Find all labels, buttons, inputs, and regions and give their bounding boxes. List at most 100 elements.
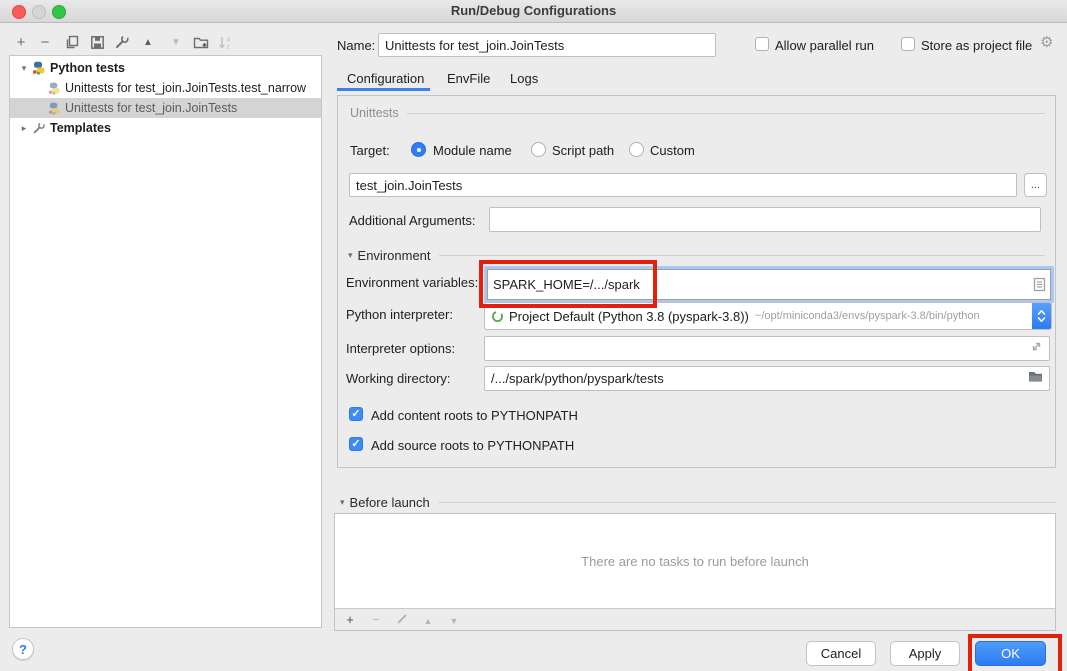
name-input[interactable] bbox=[378, 33, 716, 57]
titlebar: Run/Debug Configurations bbox=[0, 0, 1067, 23]
wrench-icon bbox=[114, 34, 130, 50]
tree-item-unittests-jointests[interactable]: Unittests for test_join.JoinTests bbox=[10, 98, 321, 118]
edit-templates-button[interactable] bbox=[112, 32, 132, 52]
target-module-name-label: Module name bbox=[433, 143, 512, 158]
tree-item-label: Templates bbox=[50, 121, 111, 135]
target-custom-label: Custom bbox=[650, 143, 695, 158]
templates-wrench-icon bbox=[31, 121, 47, 135]
remove-configuration-button[interactable]: − bbox=[35, 32, 55, 52]
sort-configurations-button[interactable]: a z bbox=[216, 32, 236, 52]
window-title: Run/Debug Configurations bbox=[0, 0, 1067, 22]
python-interpreter-path: ~/opt/miniconda3/envs/pyspark-3.8/bin/py… bbox=[755, 310, 1032, 322]
python-test-config-icon bbox=[46, 101, 62, 115]
working-directory-label: Working directory: bbox=[346, 371, 451, 386]
python-interpreter-value: Project Default (Python 3.8 (pyspark-3.8… bbox=[509, 309, 749, 324]
chevron-down-icon[interactable]: ▾ bbox=[17, 63, 31, 74]
copy-configuration-button[interactable] bbox=[62, 32, 82, 52]
edit-variables-icon[interactable] bbox=[1033, 277, 1046, 292]
store-as-project-file-label: Store as project file bbox=[921, 38, 1032, 53]
working-directory-input[interactable] bbox=[484, 366, 1050, 391]
python-interpreter-select[interactable]: Project Default (Python 3.8 (pyspark-3.8… bbox=[484, 302, 1052, 330]
chevron-down-icon[interactable]: ▾ bbox=[348, 250, 353, 261]
pencil-icon bbox=[396, 612, 409, 625]
python-tests-icon bbox=[31, 61, 47, 75]
chevron-down-icon[interactable]: ▾ bbox=[340, 497, 345, 508]
allow-parallel-run-label: Allow parallel run bbox=[775, 38, 874, 53]
arrow-up-icon: ▲ bbox=[143, 37, 153, 48]
target-script-path-radio[interactable] bbox=[531, 142, 546, 157]
arrow-down-icon: ▼ bbox=[171, 37, 181, 48]
add-content-roots-label: Add content roots to PYTHONPATH bbox=[371, 408, 578, 423]
target-module-name-radio[interactable] bbox=[411, 142, 426, 157]
plus-icon: + bbox=[346, 612, 354, 627]
target-custom-radio[interactable] bbox=[629, 142, 644, 157]
svg-text:z: z bbox=[227, 43, 230, 50]
move-up-button[interactable]: ▲ bbox=[138, 32, 158, 52]
apply-button[interactable]: Apply bbox=[890, 641, 960, 666]
before-launch-label: Before launch bbox=[350, 495, 430, 510]
additional-arguments-label: Additional Arguments: bbox=[349, 213, 475, 228]
before-launch-header: ▾ Before launch bbox=[340, 495, 1056, 510]
remove-task-button[interactable]: − bbox=[368, 612, 384, 627]
store-as-project-file-checkbox[interactable] bbox=[901, 37, 915, 51]
arrow-down-icon: ▼ bbox=[450, 616, 459, 626]
environment-group-label: Environment bbox=[358, 248, 431, 263]
create-new-folder-button[interactable] bbox=[191, 32, 211, 52]
move-down-button[interactable]: ▼ bbox=[166, 32, 186, 52]
unittests-group-label: Unittests bbox=[350, 106, 399, 120]
copy-icon bbox=[65, 35, 80, 50]
environment-variables-label: Environment variables: bbox=[346, 275, 478, 290]
browse-target-button[interactable]: ... bbox=[1024, 173, 1047, 197]
before-launch-toolbar: + − ▲ ▼ bbox=[335, 609, 1055, 630]
tree-item-unittests-test-narrow[interactable]: Unittests for test_join.JoinTests.test_n… bbox=[10, 78, 321, 98]
before-launch-panel: There are no tasks to run before launch … bbox=[334, 513, 1056, 631]
move-task-up-button[interactable]: ▲ bbox=[420, 612, 436, 627]
name-label: Name: bbox=[337, 38, 375, 53]
allow-parallel-run-checkbox[interactable] bbox=[755, 37, 769, 51]
help-button[interactable]: ? bbox=[12, 638, 34, 660]
add-content-roots-checkbox[interactable]: ✓ bbox=[349, 407, 363, 421]
arrow-up-icon: ▲ bbox=[424, 616, 433, 626]
tab-configuration[interactable]: Configuration bbox=[347, 71, 424, 86]
configurations-tree: ▾ Python tests Unit bbox=[9, 55, 322, 628]
add-configuration-button[interactable]: + bbox=[11, 32, 31, 52]
target-script-path-label: Script path bbox=[552, 143, 614, 158]
group-divider bbox=[438, 502, 1056, 503]
tab-logs[interactable]: Logs bbox=[510, 71, 538, 86]
tree-item-label: Python tests bbox=[50, 61, 125, 75]
tree-item-label: Unittests for test_join.JoinTests.test_n… bbox=[65, 81, 306, 95]
tree-item-python-tests[interactable]: ▾ Python tests bbox=[10, 58, 321, 78]
add-task-button[interactable]: + bbox=[342, 612, 358, 627]
interpreter-options-input[interactable] bbox=[484, 336, 1050, 361]
edit-task-button[interactable] bbox=[394, 612, 410, 628]
move-task-down-button[interactable]: ▼ bbox=[446, 612, 462, 627]
plus-icon: + bbox=[17, 34, 26, 51]
environment-variables-input[interactable] bbox=[488, 277, 1033, 292]
add-source-roots-checkbox[interactable]: ✓ bbox=[349, 437, 363, 451]
python-test-config-icon bbox=[46, 81, 62, 95]
sort-az-icon: a z bbox=[218, 35, 234, 50]
configuration-panel: Unittests Target: Module name Script pat… bbox=[337, 95, 1056, 468]
run-debug-configurations-dialog: Run/Debug Configurations + − ▲ ▼ bbox=[0, 0, 1067, 671]
target-input[interactable] bbox=[349, 173, 1017, 197]
group-divider bbox=[439, 255, 1045, 256]
save-icon bbox=[90, 35, 105, 50]
target-label: Target: bbox=[350, 143, 390, 158]
new-folder-icon bbox=[193, 35, 209, 50]
save-configuration-button[interactable] bbox=[87, 32, 107, 52]
ok-button[interactable]: OK bbox=[975, 641, 1046, 666]
check-icon: ✓ bbox=[351, 408, 360, 420]
cancel-button[interactable]: Cancel bbox=[806, 641, 876, 666]
tab-envfile[interactable]: EnvFile bbox=[447, 71, 490, 86]
gear-icon[interactable]: ⚙ bbox=[1040, 33, 1053, 51]
chevron-right-icon[interactable]: ▸ bbox=[17, 123, 31, 134]
active-tab-underline bbox=[337, 88, 430, 91]
combobox-stepper-icon[interactable] bbox=[1032, 303, 1051, 329]
add-source-roots-label: Add source roots to PYTHONPATH bbox=[371, 438, 574, 453]
expand-field-icon[interactable] bbox=[1030, 340, 1043, 353]
group-divider bbox=[407, 113, 1045, 114]
additional-arguments-input[interactable] bbox=[489, 207, 1041, 232]
tree-item-templates[interactable]: ▸ Templates bbox=[10, 118, 321, 138]
tree-item-label: Unittests for test_join.JoinTests bbox=[65, 101, 237, 115]
folder-icon[interactable] bbox=[1028, 370, 1043, 383]
